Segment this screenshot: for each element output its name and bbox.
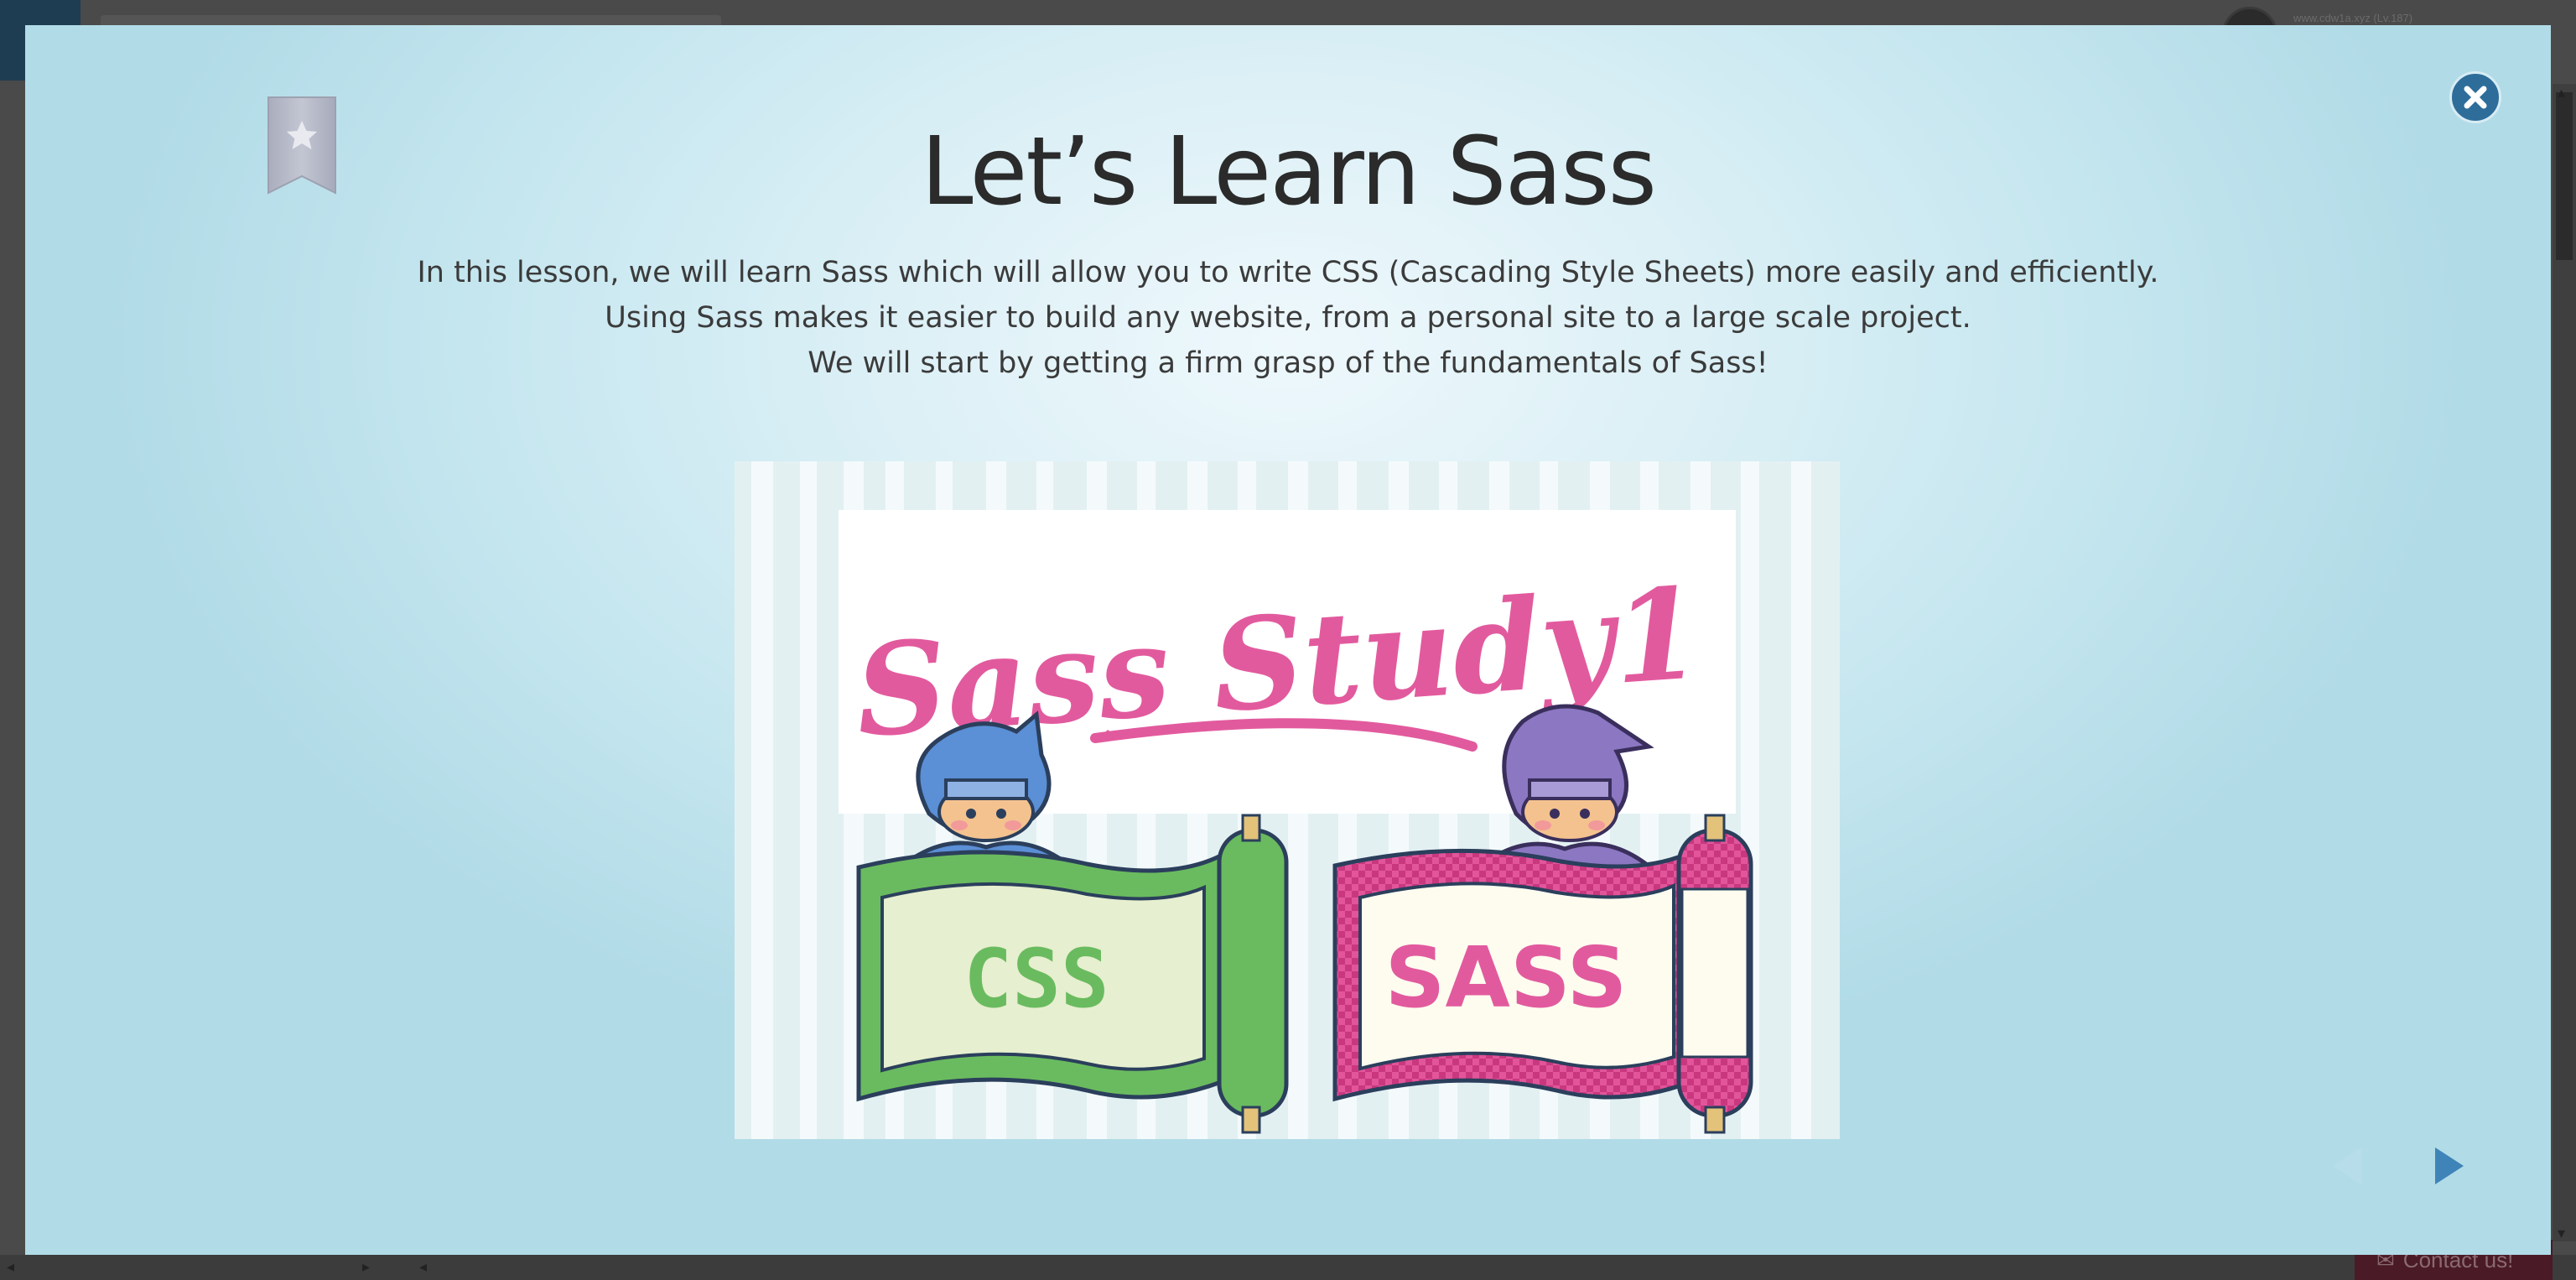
close-button[interactable] [2449,71,2501,123]
scroll-down-arrow-icon[interactable]: ▾ [2558,1225,2565,1242]
page-scrollbar-thumb[interactable] [2556,92,2573,260]
horizontal-scrollbar[interactable] [0,1255,2576,1280]
description-line-3: We will start by getting a firm grasp of… [808,346,1768,380]
css-scroll-text: CSS [963,932,1109,1026]
previous-slide-button[interactable] [2323,1141,2373,1191]
lesson-description: In this lesson, we will learn Sass which… [25,250,2551,386]
scroll-left-arrow-2-icon[interactable]: ◂ [419,1258,427,1276]
scroll-up-arrow-icon[interactable]: ▴ [2558,84,2565,101]
triangle-right-icon [2435,1147,2464,1184]
sass-scroll-text: SASS [1385,929,1628,1027]
description-line-2: Using Sass makes it easier to build any … [605,301,1971,335]
scroll-right-arrow-icon[interactable]: ▸ [362,1258,370,1276]
user-name-text: www.cdw1a.xyz (Lv.187) [2293,12,2413,24]
sass-study-illustration: Sass Study1 CSS SASS [735,461,1840,1139]
css-scroll: CSS [856,814,1289,1134]
sass-scroll: SASS [1332,814,1753,1134]
triangle-left-icon [2333,1147,2361,1184]
description-line-1: In this lesson, we will learn Sass which… [417,256,2159,289]
scroll-left-arrow-icon[interactable]: ◂ [7,1258,14,1276]
lesson-title: Let’s Learn Sass [921,117,1657,226]
close-icon [2464,86,2487,109]
next-slide-button[interactable] [2423,1141,2474,1191]
lesson-intro-modal: Let’s Learn Sass In this lesson, we will… [25,25,2551,1255]
